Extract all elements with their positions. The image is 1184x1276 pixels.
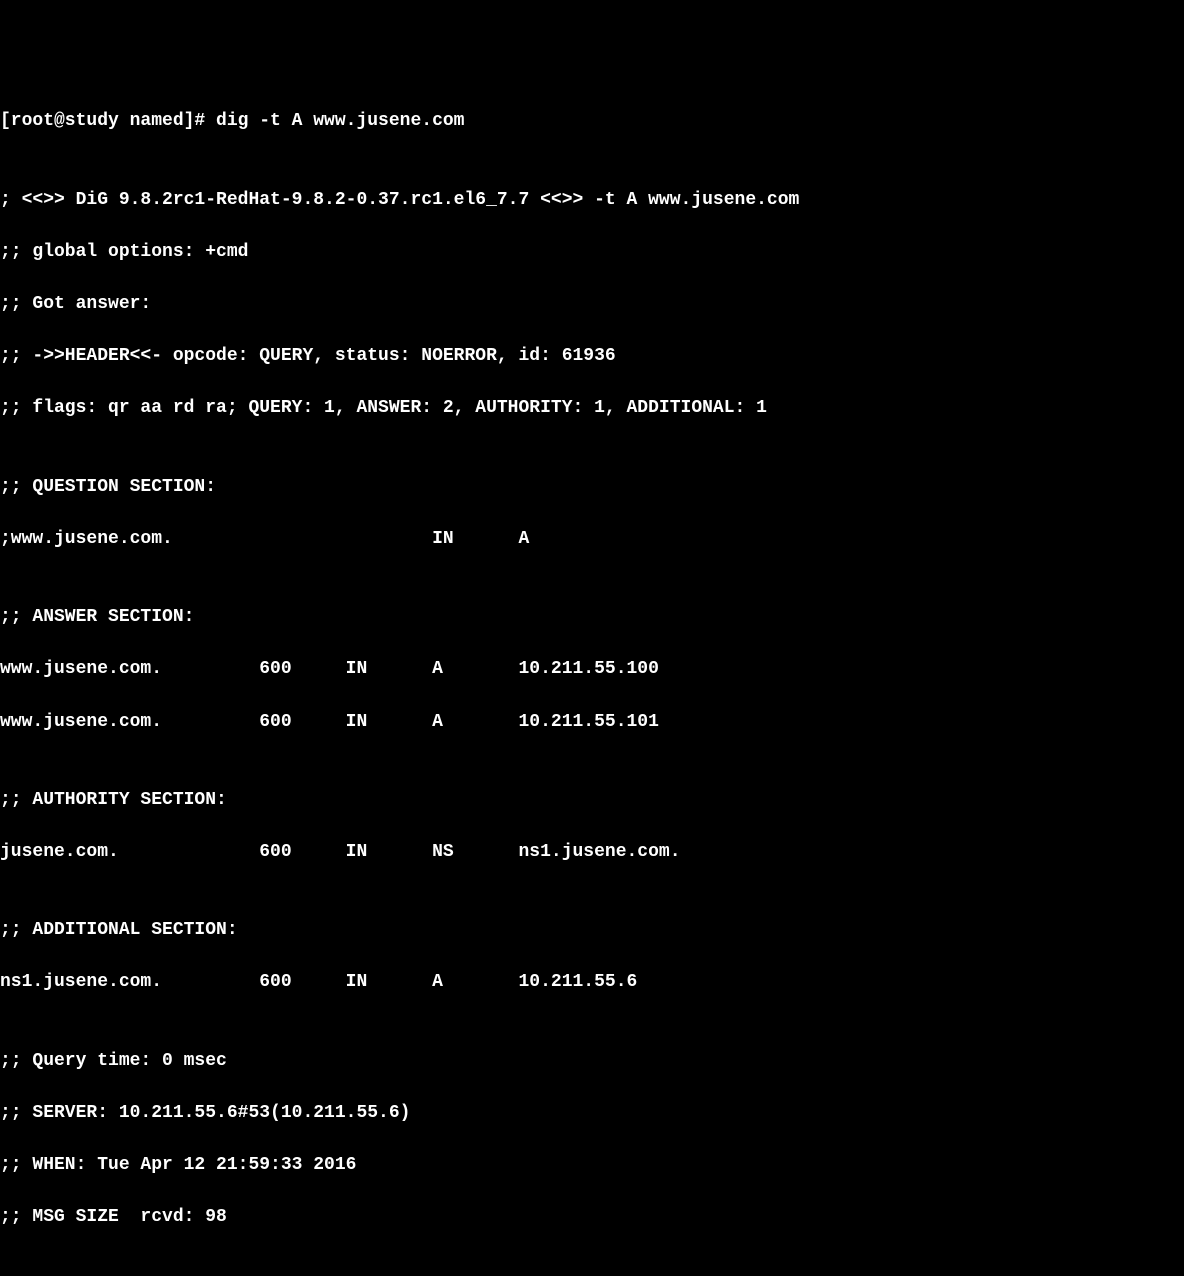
question-record: ;www.jusene.com. IN A (0, 526, 1184, 552)
query-time-line: ;; Query time: 0 msec (0, 1048, 1184, 1074)
additional-record: ns1.jusene.com. 600 IN A 10.211.55.6 (0, 969, 1184, 995)
question-section-header: ;; QUESTION SECTION: (0, 474, 1184, 500)
flags-line: ;; flags: qr aa rd ra; QUERY: 1, ANSWER:… (0, 395, 1184, 421)
global-options-line: ;; global options: +cmd (0, 239, 1184, 265)
when-line: ;; WHEN: Tue Apr 12 21:59:33 2016 (0, 1152, 1184, 1178)
authority-section-header: ;; AUTHORITY SECTION: (0, 787, 1184, 813)
header-line: ;; ->>HEADER<<- opcode: QUERY, status: N… (0, 343, 1184, 369)
prompt-line: [root@study named]# dig -t A www.jusene.… (0, 108, 1184, 134)
msg-size-line: ;; MSG SIZE rcvd: 98 (0, 1204, 1184, 1230)
server-line: ;; SERVER: 10.211.55.6#53(10.211.55.6) (0, 1100, 1184, 1126)
answer-record: www.jusene.com. 600 IN A 10.211.55.101 (0, 709, 1184, 735)
additional-section-header: ;; ADDITIONAL SECTION: (0, 917, 1184, 943)
dig-version-line: ; <<>> DiG 9.8.2rc1-RedHat-9.8.2-0.37.rc… (0, 187, 1184, 213)
authority-record: jusene.com. 600 IN NS ns1.jusene.com. (0, 839, 1184, 865)
got-answer-line: ;; Got answer: (0, 291, 1184, 317)
answer-record: www.jusene.com. 600 IN A 10.211.55.100 (0, 656, 1184, 682)
answer-section-header: ;; ANSWER SECTION: (0, 604, 1184, 630)
